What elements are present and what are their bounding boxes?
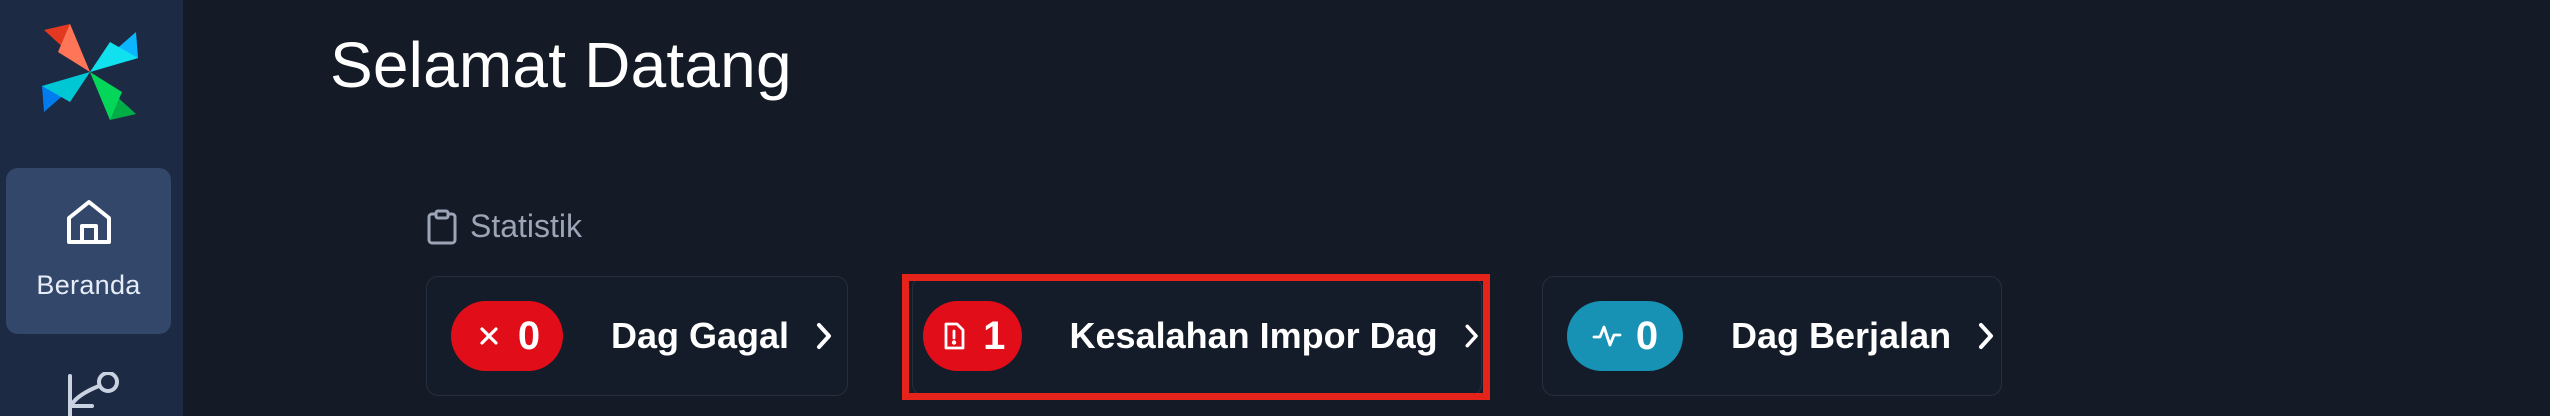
failed-dags-count: 0: [517, 313, 541, 358]
running-dags-card[interactable]: 0 Dag Berjalan: [1542, 276, 2002, 396]
stats-section-title: Statistik: [470, 208, 583, 244]
activity-icon: [1592, 325, 1622, 347]
import-errors-badge: 1: [923, 301, 1022, 371]
running-dags-badge: 0: [1567, 301, 1683, 371]
stats-section-label: Statistik: [426, 208, 582, 245]
failed-dags-badge: 0: [451, 301, 563, 371]
alert-file-icon: [944, 322, 965, 350]
chevron-right-icon: [817, 323, 832, 349]
import-errors-label: Kesalahan Impor Dag: [1069, 315, 1438, 356]
chevron-right-icon: [1465, 324, 1478, 348]
running-dags-label: Dag Berjalan: [1731, 315, 1952, 356]
sidebar: Beranda: [0, 0, 183, 416]
sidebar-item-label: Beranda: [36, 270, 141, 300]
import-errors-card[interactable]: 1 Kesalahan Impor Dag: [912, 276, 1482, 396]
failed-dags-label: Dag Gagal: [611, 315, 790, 356]
import-errors-count: 1: [983, 313, 1006, 358]
home-icon: [66, 200, 111, 244]
chevron-right-icon: [1979, 323, 1994, 349]
x-icon: [480, 327, 498, 345]
clipboard-icon: [427, 209, 457, 244]
running-dags-count: 0: [1635, 313, 1659, 358]
app-root: Beranda Selamat Datang Statistik 0 Dag G…: [0, 0, 2550, 416]
airflow-logo-icon[interactable]: [40, 22, 140, 122]
dag-icon[interactable]: [62, 372, 122, 416]
failed-dags-card[interactable]: 0 Dag Gagal: [426, 276, 848, 396]
page-title: Selamat Datang: [330, 29, 792, 101]
sidebar-item-beranda[interactable]: Beranda: [6, 168, 171, 334]
